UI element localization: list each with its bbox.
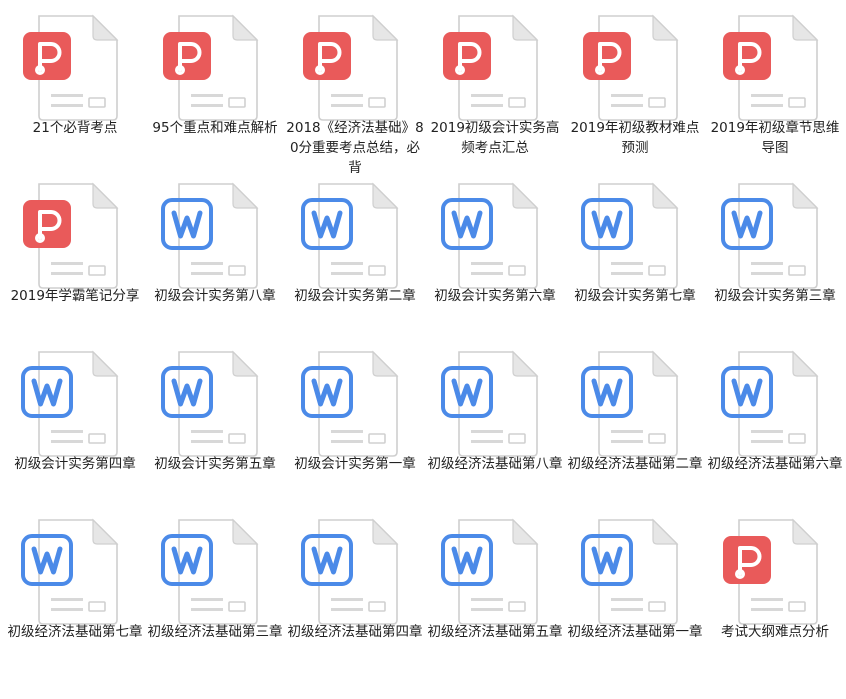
file-name: 初级会计实务第七章 (574, 288, 696, 304)
file-item-16[interactable]: 初级经济法基础第八章 (425, 338, 565, 506)
file-item-20[interactable]: 初级经济法基础第三章 (145, 506, 285, 674)
file-item-2[interactable]: 95个重点和难点解析 (145, 2, 285, 170)
file-item-13[interactable]: 初级会计实务第四章 (5, 338, 145, 506)
file-item-23[interactable]: 初级经济法基础第一章 (565, 506, 705, 674)
file-name: 初级经济法基础第四章 (287, 624, 423, 640)
file-name: 初级经济法基础第八章 (427, 456, 563, 472)
word-file-icon (161, 180, 261, 292)
file-name: 考试大纲难点分析 (721, 624, 829, 640)
file-item-14[interactable]: 初级会计实务第五章 (145, 338, 285, 506)
file-name: 2018《经济法基础》80分重要考点总结，必背 (286, 120, 424, 176)
file-item-10[interactable]: 初级会计实务第六章 (425, 170, 565, 338)
file-name: 初级经济法基础第七章 (7, 624, 143, 640)
word-file-icon (21, 348, 121, 460)
file-item-24[interactable]: 考试大纲难点分析 (705, 506, 845, 674)
file-name: 初级会计实务第二章 (294, 288, 416, 304)
word-file-icon (301, 516, 401, 628)
file-item-8[interactable]: 初级会计实务第八章 (145, 170, 285, 338)
file-name: 初级会计实务第八章 (154, 288, 276, 304)
pdf-file-icon (441, 12, 541, 124)
file-grid: 21个必背考点 95个重点和难点解析 2018《经济法基础》80分重要考点总结，… (0, 0, 846, 699)
word-file-icon (161, 348, 261, 460)
file-item-15[interactable]: 初级会计实务第一章 (285, 338, 425, 506)
pdf-file-icon (581, 12, 681, 124)
file-name: 2019年初级教材难点预测 (570, 120, 700, 156)
file-name: 2019年初级章节思维导图 (710, 120, 840, 156)
file-item-12[interactable]: 初级会计实务第三章 (705, 170, 845, 338)
pdf-file-icon (721, 12, 821, 124)
word-file-icon (581, 180, 681, 292)
file-item-11[interactable]: 初级会计实务第七章 (565, 170, 705, 338)
file-name: 95个重点和难点解析 (152, 120, 278, 136)
file-item-7[interactable]: 2019年学霸笔记分享 (5, 170, 145, 338)
pdf-file-icon (721, 516, 821, 628)
file-item-5[interactable]: 2019年初级教材难点预测 (565, 2, 705, 170)
file-name: 初级经济法基础第六章 (707, 456, 843, 472)
word-file-icon (581, 516, 681, 628)
file-item-1[interactable]: 21个必背考点 (5, 2, 145, 170)
file-item-3[interactable]: 2018《经济法基础》80分重要考点总结，必背 (285, 2, 425, 176)
file-name: 初级经济法基础第二章 (567, 456, 703, 472)
word-file-icon (161, 516, 261, 628)
pdf-file-icon (161, 12, 261, 124)
file-name: 初级会计实务第六章 (434, 288, 556, 304)
pdf-file-icon (301, 12, 401, 124)
pdf-file-icon (21, 180, 121, 292)
word-file-icon (441, 180, 541, 292)
file-item-6[interactable]: 2019年初级章节思维导图 (705, 2, 845, 170)
word-file-icon (301, 180, 401, 292)
file-name: 初级会计实务第五章 (154, 456, 276, 472)
word-file-icon (441, 348, 541, 460)
word-file-icon (721, 180, 821, 292)
file-item-4[interactable]: 2019初级会计实务高频考点汇总 (425, 2, 565, 170)
file-item-9[interactable]: 初级会计实务第二章 (285, 170, 425, 338)
file-name: 2019年学霸笔记分享 (10, 288, 140, 304)
file-name: 初级会计实务第一章 (294, 456, 416, 472)
file-name: 初级经济法基础第一章 (567, 624, 703, 640)
file-item-18[interactable]: 初级经济法基础第六章 (705, 338, 845, 506)
file-name: 初级会计实务第四章 (14, 456, 136, 472)
file-name: 初级经济法基础第三章 (147, 624, 283, 640)
word-file-icon (721, 348, 821, 460)
file-item-17[interactable]: 初级经济法基础第二章 (565, 338, 705, 506)
word-file-icon (441, 516, 541, 628)
file-name: 21个必背考点 (32, 120, 118, 136)
word-file-icon (581, 348, 681, 460)
file-name: 初级会计实务第三章 (714, 288, 836, 304)
file-name: 初级经济法基础第五章 (427, 624, 563, 640)
file-item-19[interactable]: 初级经济法基础第七章 (5, 506, 145, 674)
file-name: 2019初级会计实务高频考点汇总 (430, 120, 560, 156)
file-item-21[interactable]: 初级经济法基础第四章 (285, 506, 425, 674)
pdf-file-icon (21, 12, 121, 124)
file-item-22[interactable]: 初级经济法基础第五章 (425, 506, 565, 674)
word-file-icon (301, 348, 401, 460)
word-file-icon (21, 516, 121, 628)
